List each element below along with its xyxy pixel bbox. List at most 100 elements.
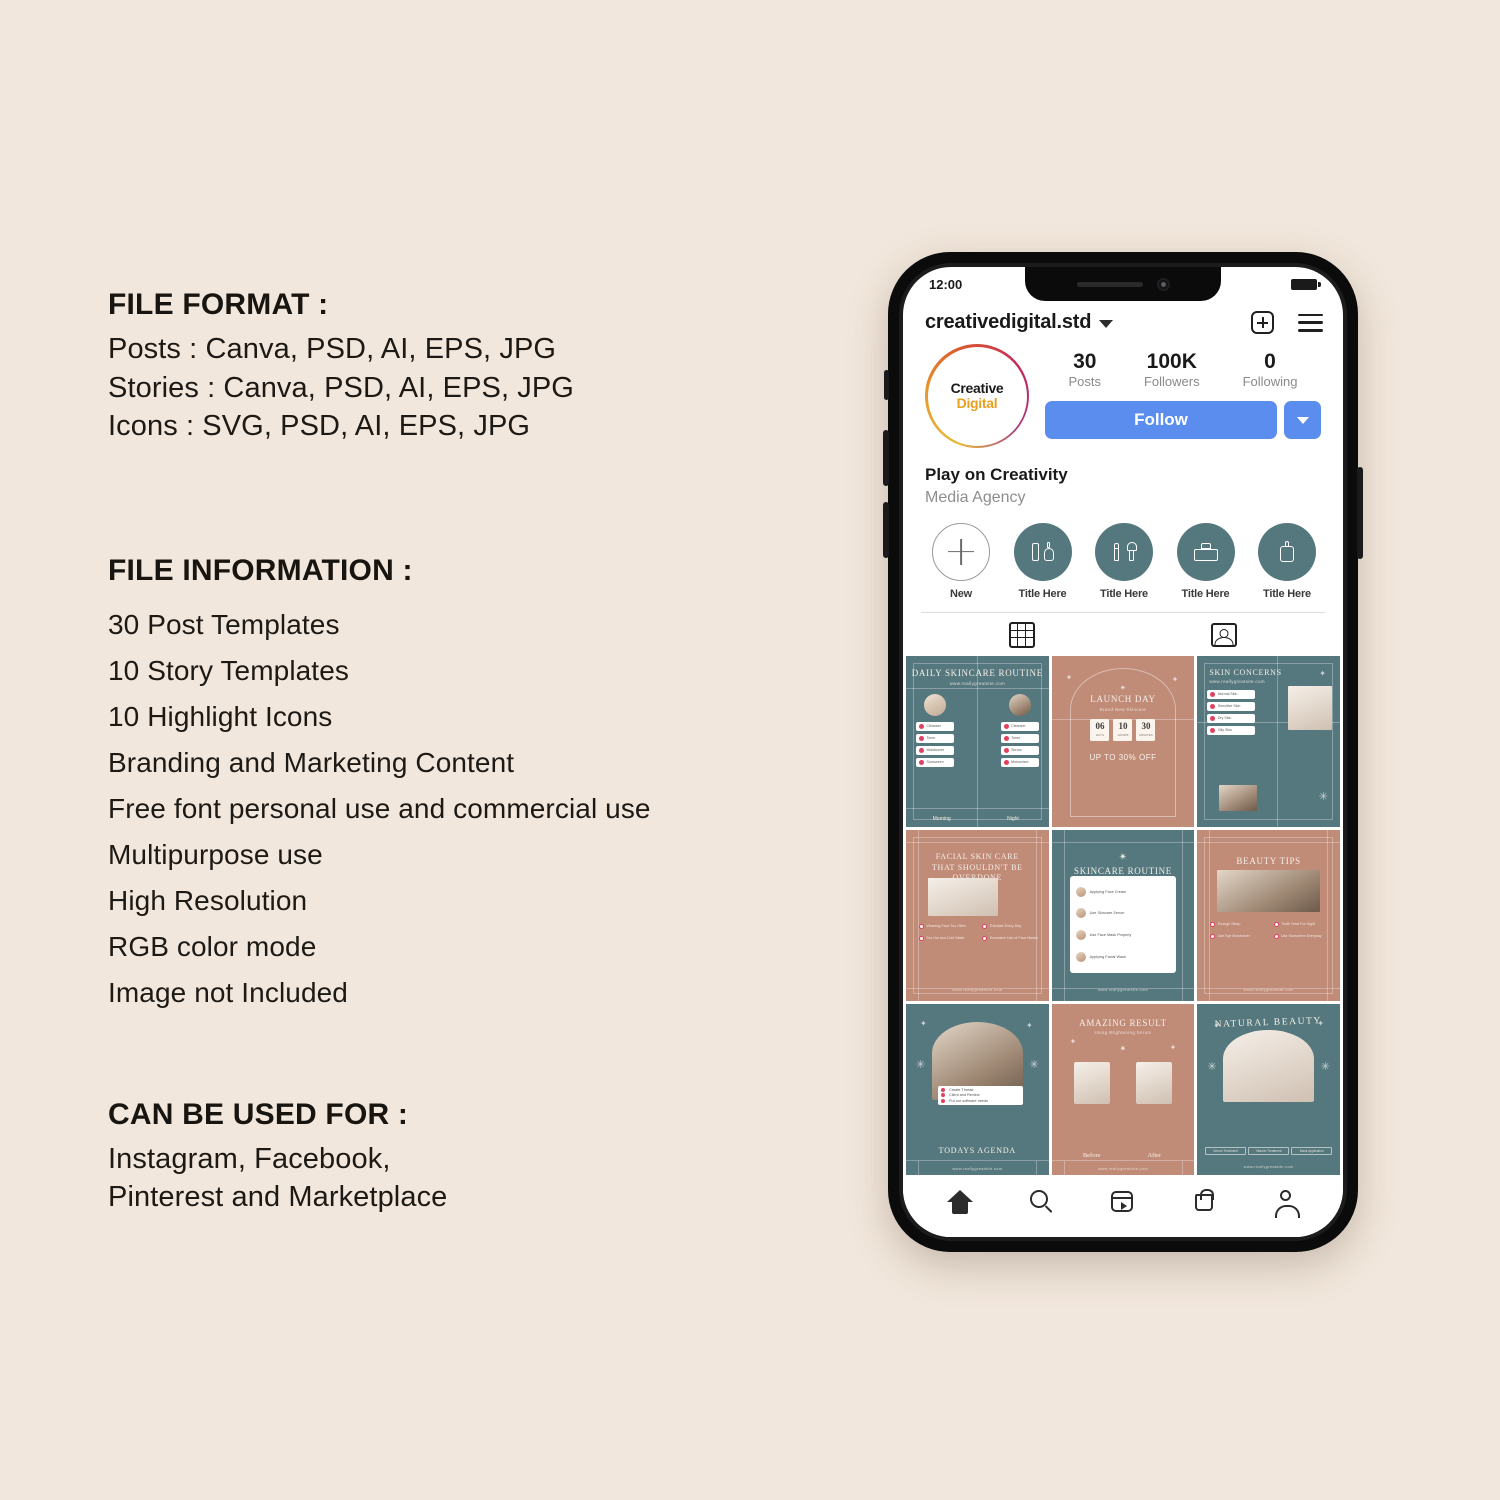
nav-shop[interactable]	[1191, 1188, 1218, 1215]
file-format-block: FILE FORMAT : Posts : Canva, PSD, AI, EP…	[108, 288, 828, 446]
post-tile[interactable]: ✦ ✦ ✴ LAUNCH DAY Brand New Skincare 06 D…	[1051, 655, 1195, 827]
phone-screen: 12:00 creativedigital.std Creative Digit…	[903, 267, 1343, 1237]
file-format-heading: FILE FORMAT :	[108, 288, 329, 321]
countdown-value: 30	[1141, 721, 1151, 732]
avatar-thumb	[1075, 930, 1086, 941]
chip: Normal Skin	[1207, 689, 1256, 699]
nav-profile[interactable]	[1273, 1188, 1300, 1218]
chip-label: Cleanser	[1011, 724, 1026, 729]
tab-tagged[interactable]	[1123, 613, 1325, 656]
stat-label: Following	[1242, 374, 1298, 390]
highlight-item[interactable]: Title Here	[1088, 522, 1160, 600]
countdown-box: 06 DAYS	[1090, 718, 1110, 741]
stat-followers[interactable]: 100K Followers	[1144, 350, 1200, 389]
avatar-thumb	[1075, 886, 1086, 897]
highlight-item[interactable]: Title Here	[1251, 522, 1323, 600]
silence-switch[interactable]	[884, 370, 889, 400]
stat-value: 30	[1073, 350, 1097, 373]
post-tile[interactable]: AMAZING RESULT Using Brightening Serum ✦…	[1051, 1003, 1195, 1175]
post-tile[interactable]: ✦ ✦ ✳ ✳ Create Thread Client and Review …	[906, 1003, 1049, 1175]
column-label: Night	[1007, 815, 1019, 822]
nav-home[interactable]	[946, 1188, 973, 1215]
highlight-item[interactable]: Title Here	[1170, 522, 1242, 600]
post-subtitle: www.reallygreatsite.com	[1209, 678, 1265, 684]
status-bar: 12:00	[903, 267, 1343, 301]
chip: Washing Face Too Often	[916, 922, 975, 931]
countdown-value: 06	[1095, 721, 1105, 732]
highlight-new[interactable]: New	[925, 522, 997, 600]
profile-stats: 30 Posts 100K Followers 0 Following	[1043, 350, 1323, 389]
highlight-label: Title Here	[1181, 587, 1230, 600]
highlight-label: Title Here	[1263, 587, 1311, 600]
nav-search[interactable]	[1028, 1188, 1055, 1215]
avatar[interactable]: Creative Digital	[925, 344, 1029, 448]
suggestions-dropdown-button[interactable]	[1284, 401, 1321, 440]
chip: Moisturizer	[916, 745, 954, 755]
post-tile[interactable]: ✦ ✦ ✳ ✳ NATURAL BEAUTY Serum Treatment V…	[1197, 1003, 1340, 1175]
shop-bag-icon	[1195, 1188, 1215, 1211]
can-be-used-for-heading: CAN BE USED FOR :	[108, 1097, 409, 1131]
stat-following[interactable]: 0 Following	[1243, 350, 1298, 389]
column-label: Morning	[932, 815, 951, 822]
list-item: Branding and Marketing Content	[108, 746, 515, 778]
volume-up-button[interactable]	[883, 430, 889, 486]
vanity-case-icon	[1193, 539, 1219, 565]
profile-username[interactable]: creativedigital.std	[925, 311, 1091, 334]
can-be-used-for-line: Pinterest and Marketplace	[108, 1181, 448, 1214]
profile-tabs	[921, 611, 1325, 656]
chip-label: Dry Skin	[1217, 716, 1232, 721]
nail-polish-icon	[1030, 539, 1056, 565]
post-tile[interactable]: SKIN CONCERNS www.reallygreatsite.com ✦ …	[1197, 655, 1340, 827]
list-item: 10 Story Templates	[108, 654, 349, 686]
profile-actions: Follow	[1043, 401, 1323, 440]
stat-posts[interactable]: 30 Posts	[1068, 350, 1101, 389]
chip-label: Use Sunscreen Everyday	[1281, 934, 1322, 939]
story-highlights: New Title Here Title Here Title Here Tit…	[903, 509, 1343, 608]
post-title: BEAUTY TIPS	[1236, 855, 1301, 866]
phone-bezel: 12:00 creativedigital.std Creative Digit…	[899, 263, 1347, 1241]
chip: Sensitive Skin	[1207, 701, 1256, 711]
file-format-line: Stories : Canva, PSD, AI, EPS, JPG	[108, 371, 574, 404]
post-tile[interactable]: BEAUTY TIPS Enough Sleep Tooth Treat For…	[1197, 829, 1340, 1001]
list-item: Use Skincare Serum	[1075, 908, 1171, 919]
post-tile[interactable]: DAILY SKINCARE ROUTINE www.reallygreatsi…	[906, 655, 1049, 827]
list-item: 30 Post Templates	[108, 608, 340, 640]
list-item: Applying Facial Wash	[1075, 951, 1171, 962]
follow-button[interactable]: Follow	[1045, 401, 1277, 440]
list-item: RGB color mode	[108, 930, 317, 962]
chip-label: Serum	[1011, 748, 1022, 753]
chip: Toner	[1000, 733, 1039, 743]
search-icon	[1029, 1189, 1048, 1208]
grid-icon	[1009, 621, 1035, 648]
chevron-down-icon[interactable]	[1099, 320, 1114, 328]
hamburger-menu-icon[interactable]	[1298, 313, 1323, 332]
post-tile[interactable]: ✴ SKINCARE ROUTINE Applying Face Cream U…	[1051, 829, 1195, 1001]
nav-reels[interactable]	[1109, 1188, 1136, 1215]
chip-label: Client and Review	[949, 1093, 980, 1098]
chip-label: Toner	[926, 736, 936, 741]
list-item: Client and Review	[941, 1093, 1020, 1098]
post-grid: DAILY SKINCARE ROUTINE www.reallygreatsi…	[903, 655, 1343, 1175]
lotion-bottle-icon	[1274, 539, 1300, 565]
volume-down-button[interactable]	[883, 502, 889, 558]
post-title: FACIAL SKIN CARE	[935, 851, 1019, 861]
list-item: Use Face Mask Properly	[1075, 930, 1171, 941]
power-button[interactable]	[1357, 467, 1363, 559]
avatar-logo: Creative Digital	[927, 346, 1027, 446]
post-tile[interactable]: FACIAL SKIN CARE THAT SHOULDN'T BE OVERD…	[906, 829, 1049, 1001]
chip-label: Tooth Treat For Night	[1281, 922, 1315, 927]
stat-value: 0	[1264, 350, 1276, 373]
tab-grid[interactable]	[921, 613, 1123, 656]
countdown-unit: MINUTES	[1139, 732, 1153, 737]
chip-label: Enough Sleep	[1217, 922, 1241, 927]
highlight-item[interactable]: Title Here	[1007, 522, 1079, 600]
before-label: Before	[1082, 1152, 1101, 1159]
plus-box-icon[interactable]	[1251, 311, 1274, 334]
post-subtitle: Using Brightening Serum	[1094, 1029, 1152, 1035]
tagged-person-icon	[1211, 622, 1237, 647]
bottom-navigation	[903, 1175, 1343, 1237]
post-title: SKINCARE ROUTINE	[1074, 865, 1172, 876]
avatar-thumb	[1075, 951, 1086, 962]
makeup-brush-icon	[1111, 539, 1137, 565]
file-information-block: FILE INFORMATION : 30 Post Templates 10 …	[108, 554, 828, 1016]
